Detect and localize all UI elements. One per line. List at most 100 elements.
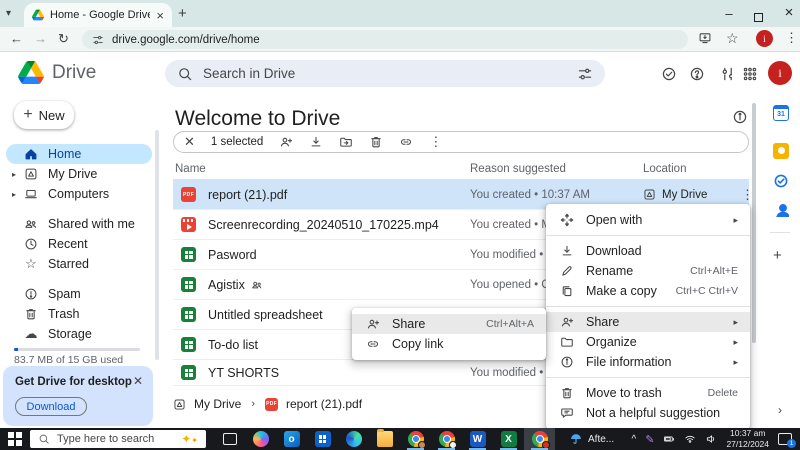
file-location[interactable]: My Drive <box>643 188 707 201</box>
copilot-app[interactable] <box>245 428 276 450</box>
contacts-icon[interactable] <box>773 201 790 218</box>
download-icon[interactable] <box>309 135 323 149</box>
account-avatar[interactable]: i <box>768 61 792 85</box>
battery-icon[interactable] <box>663 433 675 445</box>
sidebar-item-spam[interactable]: Spam <box>6 284 152 304</box>
pen-icon[interactable]: ✎ <box>645 433 654 446</box>
calendar-icon[interactable]: 31 <box>773 105 789 121</box>
submenu-item-share[interactable]: Share Ctrl+Alt+A <box>352 314 546 334</box>
menu-item-make-a-copy[interactable]: Make a copy Ctrl+C Ctrl+V <box>546 281 750 301</box>
microsoft-store-app[interactable] <box>307 428 338 450</box>
info-icon[interactable] <box>732 109 748 125</box>
tab-close-icon[interactable]: × <box>156 8 164 23</box>
site-settings-icon[interactable] <box>92 34 104 46</box>
main-scrollbar[interactable] <box>752 103 756 343</box>
chrome-profile-2-app[interactable] <box>431 428 462 450</box>
screen: ▾ Home - Google Drive × + – × ← → ↻ driv… <box>0 0 800 450</box>
menu-item-file-information[interactable]: File information ▸ <box>546 352 750 372</box>
start-button[interactable] <box>0 432 30 446</box>
browser-menu-icon[interactable]: ⋮ <box>785 30 798 46</box>
sidebar-item-recent[interactable]: Recent <box>6 234 152 254</box>
search-options-icon[interactable] <box>577 66 593 82</box>
menu-item-rename[interactable]: Rename Ctrl+Alt+E <box>546 261 750 281</box>
task-view-button[interactable] <box>214 428 245 450</box>
sidebar-item-trash[interactable]: Trash <box>6 304 152 324</box>
menu-item-open-with[interactable]: Open with ▸ <box>546 210 750 230</box>
excel-app[interactable]: X <box>493 428 524 450</box>
offline-status-icon[interactable] <box>661 66 677 82</box>
clear-selection-icon[interactable]: ✕ <box>184 134 195 150</box>
more-options-icon[interactable]: ⋮ <box>429 134 442 150</box>
sidebar-item-my-drive[interactable]: ▸ My Drive <box>6 164 152 184</box>
keep-icon[interactable] <box>773 143 789 159</box>
expand-caret-icon[interactable]: ▸ <box>12 170 16 179</box>
link-icon[interactable] <box>399 135 413 149</box>
cloud-icon: ☁ <box>24 326 38 341</box>
save-send-icon[interactable] <box>698 31 712 45</box>
file-explorer-app[interactable] <box>369 428 400 450</box>
menu-item-organize[interactable]: Organize ▸ <box>546 332 750 352</box>
banner-close-icon[interactable]: ✕ <box>133 374 143 388</box>
share-person-add-icon[interactable] <box>279 135 293 149</box>
people-icon <box>24 217 38 231</box>
add-panel-app-icon[interactable]: + <box>773 247 789 264</box>
sidebar-scrollbar[interactable] <box>155 130 159 360</box>
menu-item-not-helpful-suggestion[interactable]: Not a helpful suggestion <box>546 403 750 423</box>
google-apps-grid-icon[interactable] <box>742 66 758 82</box>
menu-item-download[interactable]: Download <box>546 241 750 261</box>
reload-button[interactable]: ↻ <box>58 31 69 47</box>
chrome-profile-1-app[interactable] <box>400 428 431 450</box>
umbrella-icon <box>571 434 581 444</box>
edge-app[interactable] <box>338 428 369 450</box>
browser-tab[interactable]: Home - Google Drive × <box>24 3 172 27</box>
menu-item-move-to-trash[interactable]: Move to trash Delete <box>546 383 750 403</box>
browser-profile-avatar[interactable]: i <box>756 30 773 47</box>
breadcrumb-parent[interactable]: My Drive <box>173 397 241 411</box>
notification-center-icon[interactable]: 1 <box>778 433 796 448</box>
column-header-name[interactable]: Name <box>175 163 206 175</box>
taskbar-search-box[interactable]: Type here to search ✦✦ <box>30 430 206 448</box>
window-maximize-button[interactable] <box>754 9 763 27</box>
sidebar-item-computers[interactable]: ▸ Computers <box>6 184 152 204</box>
settings-gear-icon[interactable] <box>716 66 732 82</box>
column-header-reason[interactable]: Reason suggested <box>470 163 566 175</box>
video-file-icon <box>181 217 196 232</box>
weather-label: Afte... <box>588 433 615 445</box>
drive-logo-icon <box>18 61 44 84</box>
tab-search-icon[interactable]: ▾ <box>6 8 11 19</box>
sidebar-item-storage[interactable]: ☁ Storage <box>6 324 152 344</box>
expand-caret-icon[interactable]: ▸ <box>12 190 16 199</box>
new-tab-button[interactable]: + <box>178 5 187 22</box>
new-button[interactable]: + New <box>14 101 74 129</box>
bookmark-star-icon[interactable]: ☆ <box>726 30 739 47</box>
word-app[interactable]: W <box>462 428 493 450</box>
address-bar[interactable]: drive.google.com/drive/home <box>82 30 688 49</box>
collapse-panel-chevron-icon[interactable]: › <box>778 403 782 417</box>
tasks-icon[interactable] <box>773 173 789 189</box>
sidebar-item-shared-with-me[interactable]: Shared with me <box>6 214 152 234</box>
clock[interactable]: 10:37 am 27/12/2024 <box>726 428 769 449</box>
help-icon[interactable] <box>689 66 705 82</box>
forward-button[interactable]: → <box>34 31 47 46</box>
sidebar-item-starred[interactable]: ☆ Starred <box>6 254 152 274</box>
drive-search-bar[interactable]: Search in Drive <box>165 60 605 87</box>
back-button[interactable]: ← <box>10 31 23 46</box>
outlook-app[interactable]: o <box>276 428 307 450</box>
drive-logo[interactable]: Drive <box>18 61 96 84</box>
weather-widget[interactable]: Afte... <box>569 432 614 446</box>
column-header-location[interactable]: Location <box>643 163 686 175</box>
download-button[interactable]: Download <box>15 397 87 416</box>
window-close-button[interactable]: × <box>782 4 796 21</box>
trash-icon[interactable] <box>369 135 383 149</box>
submenu-item-copy-link[interactable]: Copy link <box>352 334 546 354</box>
chrome-active-app[interactable] <box>524 428 555 450</box>
speaker-icon[interactable] <box>705 433 717 445</box>
sidebar-item-home[interactable]: Home <box>6 144 152 164</box>
spreadsheet-file-icon <box>181 247 196 262</box>
hidden-icons-caret[interactable]: ^ <box>632 434 637 445</box>
menu-item-share[interactable]: Share ▸ <box>546 312 750 332</box>
breadcrumb-current-file[interactable]: PDF report (21).pdf <box>265 397 362 411</box>
window-minimize-button[interactable]: – <box>722 6 736 21</box>
move-folder-icon[interactable] <box>339 135 353 149</box>
wifi-icon[interactable] <box>684 433 696 445</box>
